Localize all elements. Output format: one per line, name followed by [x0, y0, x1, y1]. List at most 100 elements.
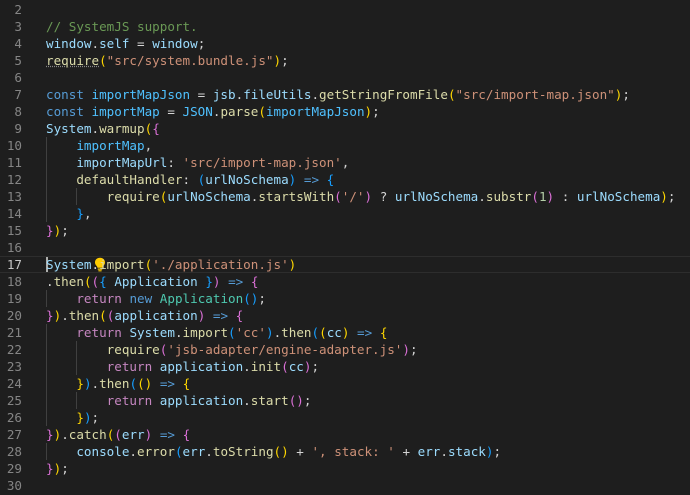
line-content[interactable]: return System.import('cc').then((cc) => … [46, 324, 387, 341]
line-number: 29 [6, 461, 22, 476]
line-content[interactable]: }); [46, 222, 69, 239]
keyword: return [76, 325, 122, 340]
arrow-operator: => [159, 427, 175, 442]
line-content[interactable]: }).then(() => { [46, 375, 190, 392]
code-line[interactable]: 9 System.warmup({ [0, 120, 690, 137]
line-content[interactable]: }); [46, 409, 99, 426]
line-number: 10 [6, 138, 22, 153]
identifier: window [46, 36, 92, 51]
identifier: application [159, 359, 244, 374]
function-name: then [281, 325, 312, 340]
function-name: startsWith [258, 189, 335, 204]
keyword: const [46, 87, 84, 102]
line-content[interactable]: // SystemJS support. [46, 18, 198, 35]
line-number: 15 [6, 223, 22, 238]
parameter: err [121, 427, 145, 442]
code-line[interactable]: 15 }); [0, 222, 690, 239]
line-number: 6 [14, 70, 22, 85]
code-line[interactable]: 3 // SystemJS support. [0, 18, 690, 35]
line-number: 3 [14, 19, 22, 34]
code-line[interactable]: 22 require('jsb-adapter/engine-adapter.j… [0, 341, 690, 358]
arrow-operator: => [228, 274, 244, 289]
line-content[interactable]: const importMapJson = jsb.fileUtils.getS… [46, 86, 630, 103]
line-content[interactable]: }).catch((err) => { [46, 426, 190, 443]
function-name: init [250, 359, 282, 374]
code-line[interactable]: 11 importMapUrl: 'src/import-map.json', [0, 154, 690, 171]
code-line[interactable]: 30 [0, 477, 690, 494]
class-name: Application [159, 291, 244, 306]
code-line[interactable]: 23 return application.init(cc); [0, 358, 690, 375]
identifier: importMapJson [91, 87, 191, 102]
code-line[interactable]: 26 }); [0, 409, 690, 426]
line-number: 21 [6, 325, 22, 340]
code-line[interactable]: 18 .then(({ Application }) => { [0, 273, 690, 290]
code-line[interactable]: 29 }); [0, 460, 690, 477]
code-line[interactable]: 12 defaultHandler: (urlNoSchema) => { [0, 171, 690, 188]
function-name: warmup [99, 121, 145, 136]
line-content[interactable]: return new Application(); [46, 290, 266, 307]
line-content[interactable]: }); [46, 460, 69, 477]
identifier: importMap [91, 104, 160, 119]
function-name: error [137, 444, 175, 459]
identifier: urlNoSchema [167, 189, 251, 204]
line-number: 20 [6, 308, 22, 323]
function-name: then [68, 308, 100, 323]
identifier: err [182, 444, 206, 459]
code-line[interactable]: 21 return System.import('cc').then((cc) … [0, 324, 690, 341]
code-line[interactable]: 16 [0, 239, 690, 272]
line-content[interactable]: System.warmup({ [46, 120, 160, 137]
code-line[interactable]: 24 }).then(() => { [0, 375, 690, 392]
line-content[interactable]: .then(({ Application }) => { [46, 273, 258, 290]
code-line[interactable]: 6 [0, 69, 690, 86]
arrow-operator: => [357, 325, 373, 340]
line-content[interactable]: defaultHandler: (urlNoSchema) => { [46, 171, 334, 188]
line-content[interactable]: console.error(err.toString() + ', stack:… [46, 443, 501, 460]
identifier: self [99, 36, 130, 51]
line-number: 22 [6, 342, 22, 357]
code-line[interactable]: 8 const importMap = JSON.parse(importMap… [0, 103, 690, 120]
line-content[interactable]: require('jsb-adapter/engine-adapter.js')… [46, 341, 418, 358]
line-number: 7 [14, 87, 22, 102]
identifier: importMapJson [265, 104, 365, 119]
lightbulb-icon[interactable] [48, 240, 105, 272]
code-line[interactable]: 28 console.error(err.toString() + ', sta… [0, 443, 690, 460]
function-name: import [182, 325, 229, 340]
line-content[interactable]: require("src/system.bundle.js"); [46, 52, 289, 69]
line-content[interactable]: importMap, [46, 137, 152, 154]
parameter: urlNoSchema [205, 172, 289, 187]
function-name: then [53, 274, 84, 289]
code-line[interactable]: 7 const importMapJson = jsb.fileUtils.ge… [0, 86, 690, 103]
code-line[interactable]: 14 }, [0, 205, 690, 222]
line-content[interactable]: require(urlNoSchema.startsWith('/') ? ur… [46, 188, 676, 205]
code-editor[interactable]: 2 3 // SystemJS support. 4 window.self =… [0, 0, 690, 495]
code-line[interactable]: 19 return new Application(); [0, 290, 690, 307]
string-literal: ', stack: ' [311, 444, 395, 459]
identifier: importMap [76, 138, 145, 153]
line-content[interactable]: return application.start(); [46, 392, 312, 409]
line-content[interactable]: }).then((application) => { [46, 307, 243, 324]
line-content[interactable]: return application.init(cc); [46, 358, 319, 375]
line-content[interactable]: window.self = window; [46, 35, 205, 52]
identifier: urlNoSchema [394, 189, 479, 204]
code-line[interactable]: 2 [0, 1, 690, 18]
code-line[interactable]: 25 return application.start(); [0, 392, 690, 409]
line-content[interactable]: System.import('./application.js') [46, 256, 296, 273]
line-content[interactable]: const importMap = JSON.parse(importMapJs… [46, 103, 380, 120]
line-number: 24 [6, 376, 22, 391]
code-line[interactable]: 5 require("src/system.bundle.js"); [0, 52, 690, 69]
code-line[interactable]: 27 }).catch((err) => { [0, 426, 690, 443]
line-content[interactable]: }, [46, 205, 91, 222]
identifier: stack [447, 444, 486, 459]
function-name: require [106, 342, 160, 357]
function-name: toString [212, 444, 274, 459]
line-number: 30 [6, 478, 22, 493]
code-line[interactable]: 10 importMap, [0, 137, 690, 154]
code-line[interactable]: 13 require(urlNoSchema.startsWith('/') ?… [0, 188, 690, 205]
code-line[interactable]: 20 }).then((application) => { [0, 307, 690, 324]
line-content[interactable]: importMapUrl: 'src/import-map.json', [46, 154, 349, 171]
function-name: require [106, 189, 160, 204]
function-name: substr [485, 189, 532, 204]
code-line[interactable]: 4 window.self = window; [0, 35, 690, 52]
line-number: 2 [14, 2, 22, 17]
code-line-active[interactable]: 17 System.import('./application.js') [0, 256, 690, 273]
